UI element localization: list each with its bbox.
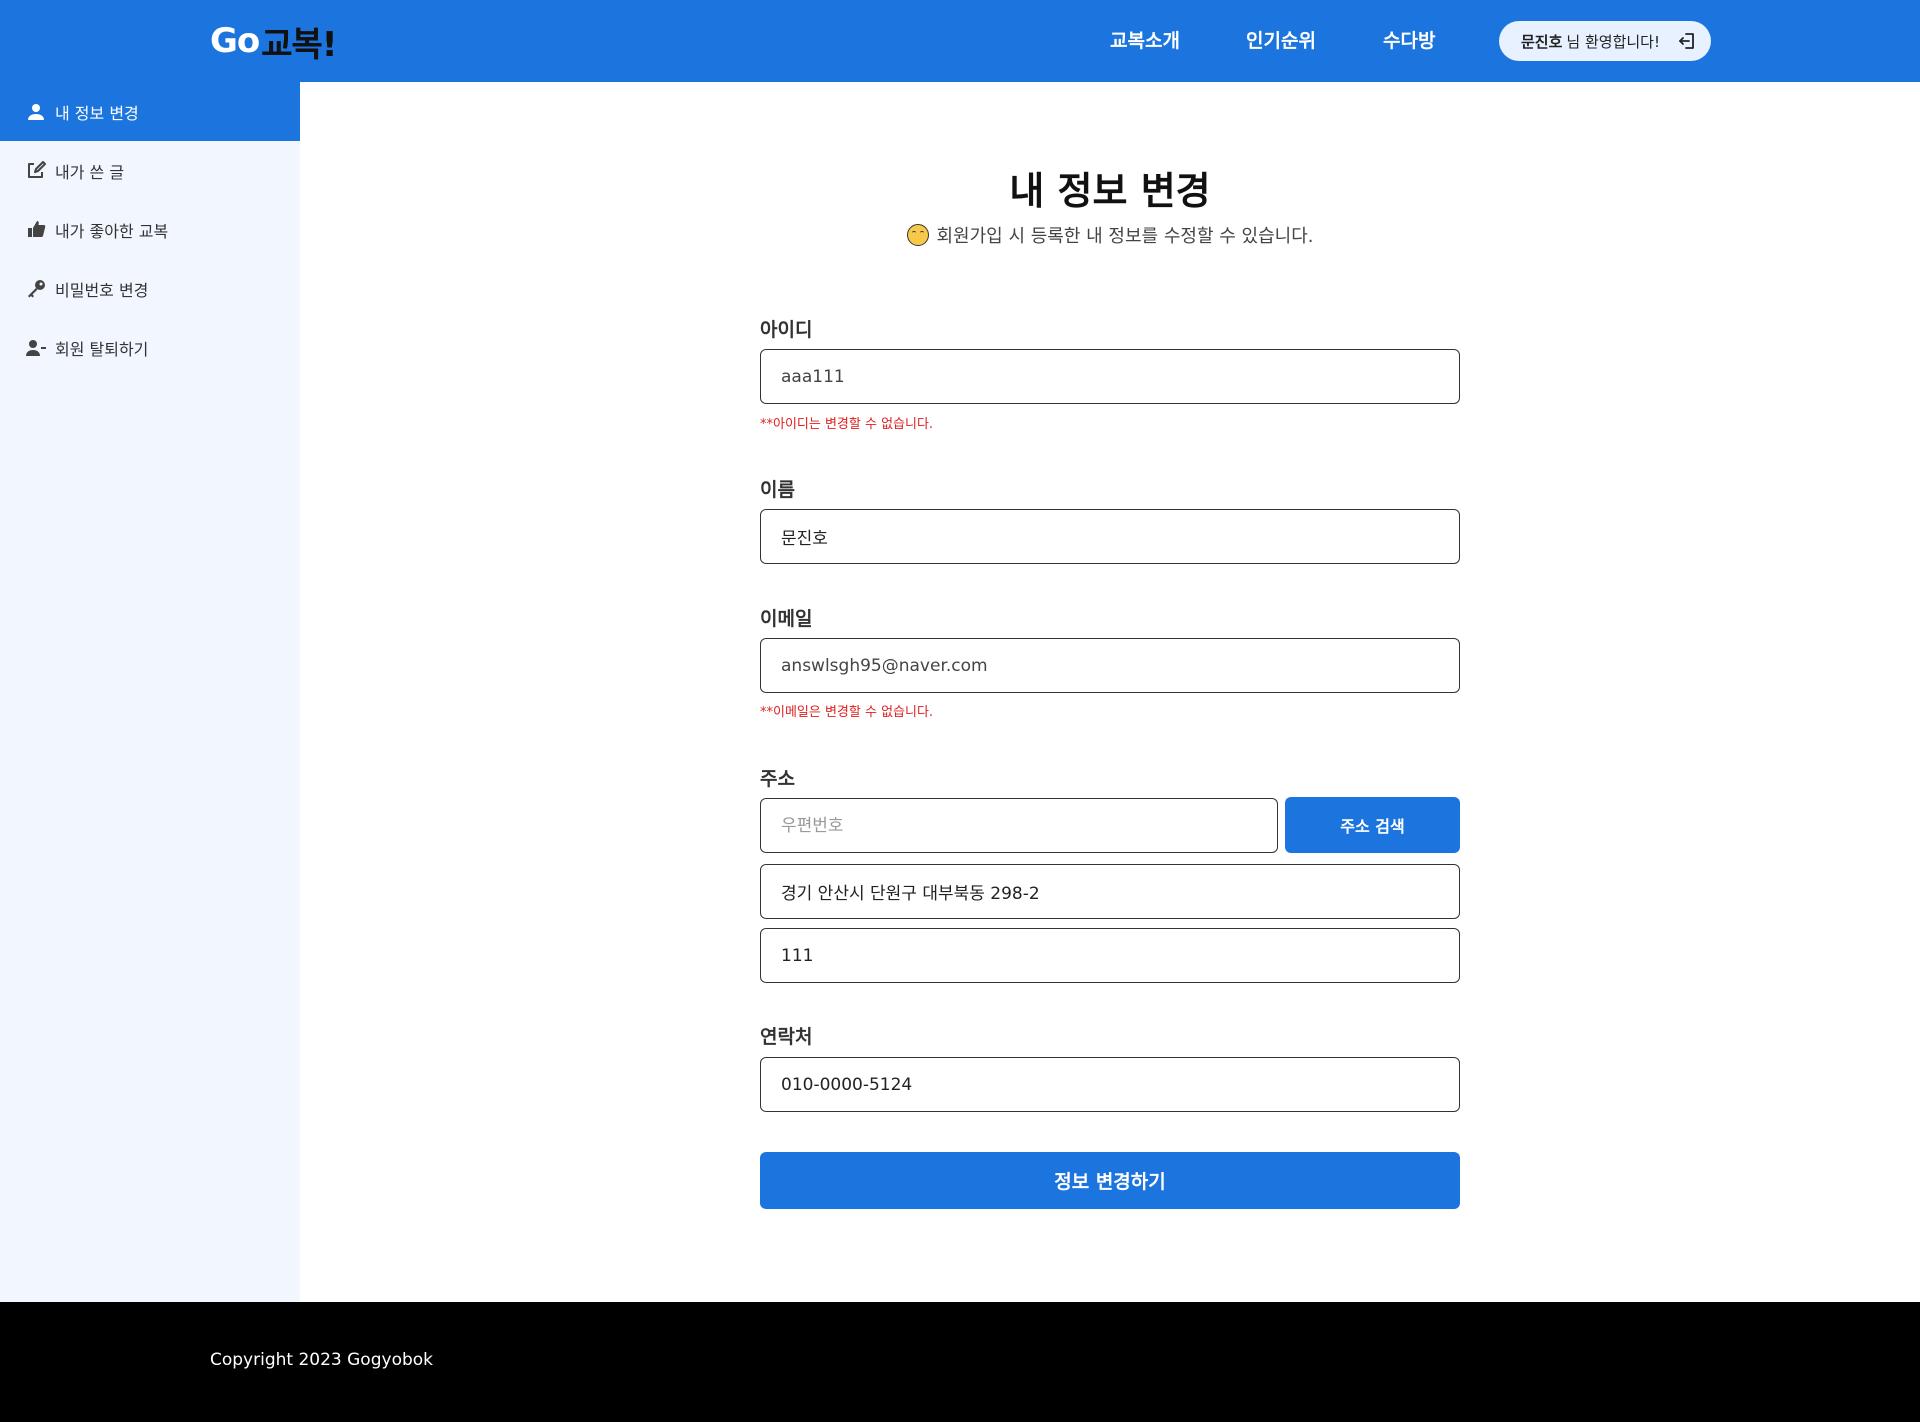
logo-kor: 교복!	[261, 24, 337, 65]
id-field[interactable]	[760, 349, 1460, 404]
key-icon	[26, 279, 46, 299]
user-welcome-pill: 문진호 님 환영합니다!	[1499, 21, 1711, 61]
logout-icon[interactable]	[1677, 31, 1697, 51]
footer: Copyright 2023 Gogyobok	[0, 1302, 1920, 1422]
sidebar-item-label: 내가 좋아한 교복	[55, 221, 169, 241]
page-subtitle: 회원가입 시 등록한 내 정보를 수정할 수 있습니다.	[300, 222, 1920, 248]
user-icon	[26, 102, 46, 122]
phone-field[interactable]	[760, 1057, 1460, 1112]
nav-chat-room[interactable]: 수다방	[1383, 26, 1435, 53]
address-field[interactable]	[760, 864, 1460, 919]
sidebar-item-label: 비밀번호 변경	[55, 280, 149, 300]
sidebar-item-my-posts[interactable]: 내가 쓴 글	[0, 141, 300, 200]
user-name: 문진호	[1521, 32, 1563, 51]
id-label: 아이디	[760, 319, 813, 341]
email-label: 이메일	[760, 608, 813, 630]
welcome-text: 님 환영합니다!	[1566, 32, 1660, 51]
page-title: 내 정보 변경	[1009, 169, 1211, 213]
id-note: **아이디는 변경할 수 없습니다.	[760, 417, 934, 432]
address-detail-field[interactable]	[760, 928, 1460, 983]
sidebar: 내 정보 변경 내가 쓴 글 내가 좋아한 교복 비밀번호 변경 회원 탈퇴하기	[0, 82, 300, 1302]
sidebar-item-change-password[interactable]: 비밀번호 변경	[0, 259, 300, 318]
logo[interactable]: Go 교복!	[210, 18, 337, 65]
name-label: 이름	[760, 479, 795, 501]
sidebar-item-label: 내 정보 변경	[55, 103, 139, 123]
sidebar-item-liked-uniforms[interactable]: 내가 좋아한 교복	[0, 200, 300, 259]
subtitle-text: 회원가입 시 등록한 내 정보를 수정할 수 있습니다.	[936, 226, 1314, 247]
sidebar-item-withdraw[interactable]: 회원 탈퇴하기	[0, 318, 300, 377]
address-search-button[interactable]: 주소 검색	[1285, 797, 1460, 853]
sidebar-item-label: 회원 탈퇴하기	[55, 339, 149, 359]
submit-button[interactable]: 정보 변경하기	[760, 1152, 1460, 1209]
copyright: Copyright 2023 Gogyobok	[210, 1350, 434, 1370]
phone-label: 연락처	[760, 1026, 813, 1048]
email-field[interactable]	[760, 638, 1460, 693]
name-field[interactable]	[760, 509, 1460, 564]
smile-emoji-icon	[906, 224, 929, 246]
postcode-field[interactable]	[760, 798, 1278, 853]
header: Go 교복! 교복소개 인기순위 수다방 문진호 님 환영합니다!	[0, 0, 1920, 82]
edit-icon	[26, 161, 46, 181]
address-label: 주소	[760, 768, 795, 790]
user-minus-icon	[26, 338, 46, 358]
nav-popular-ranking[interactable]: 인기순위	[1246, 26, 1316, 53]
thumbs-up-icon	[26, 220, 46, 240]
sidebar-item-label: 내가 쓴 글	[55, 162, 125, 182]
logo-go: Go	[210, 21, 260, 61]
sidebar-item-my-info[interactable]: 내 정보 변경	[0, 82, 300, 141]
nav-uniform-intro[interactable]: 교복소개	[1110, 26, 1180, 53]
email-note: **이메일은 변경할 수 없습니다.	[760, 705, 934, 720]
